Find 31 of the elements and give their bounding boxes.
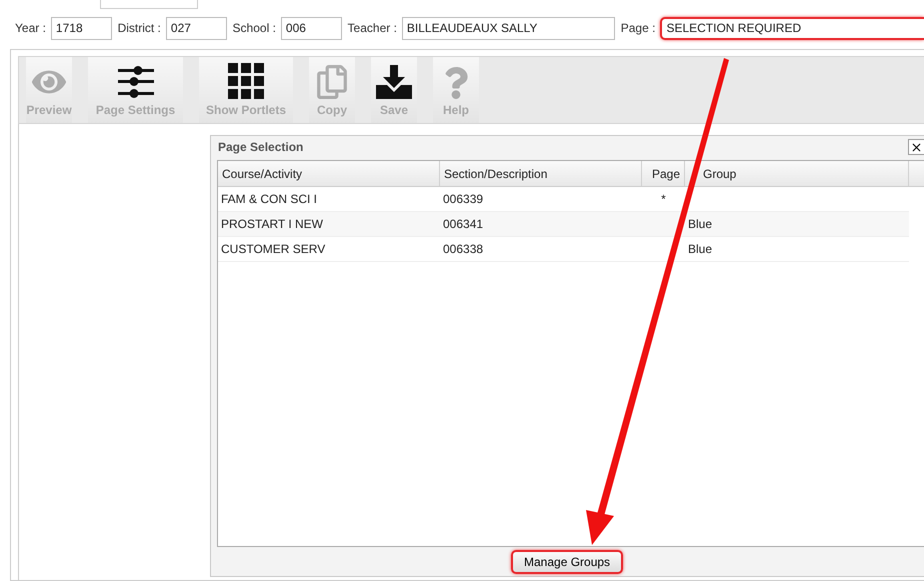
column-header[interactable]: Course/Activity xyxy=(218,161,440,186)
filter-field[interactable]: 006 xyxy=(280,16,342,40)
filter-field[interactable]: 1718 xyxy=(50,16,112,40)
grid-icon xyxy=(228,63,264,99)
download-tray-icon xyxy=(376,65,412,99)
filter-label: Year : xyxy=(15,21,46,35)
dialog-title: Page Selection xyxy=(218,140,304,154)
table-cell-text: 006339 xyxy=(442,191,484,208)
sliders-icon xyxy=(118,65,154,99)
copy-icon xyxy=(315,65,349,99)
table-cell-text: FAM & CON SCI I xyxy=(220,191,318,208)
close-button[interactable] xyxy=(908,139,924,155)
filter-label: School : xyxy=(232,21,276,35)
table-cell-text: Blue xyxy=(687,241,714,258)
table-cell-text: Blue xyxy=(687,216,714,233)
close-icon xyxy=(910,140,923,154)
filter-label: Page : xyxy=(620,21,656,35)
table-cell-text: PROSTART I NEW xyxy=(220,216,324,233)
filter-field[interactable]: 027 xyxy=(166,16,227,40)
column-header[interactable]: Page xyxy=(642,161,685,186)
table-cell-text: 006338 xyxy=(442,241,484,258)
filter-label: District : xyxy=(118,21,161,35)
table-cell-text: CUSTOMER SERV xyxy=(220,241,326,258)
manage-groups-button[interactable]: Manage Groups xyxy=(511,550,624,574)
table-cell-text: * xyxy=(660,191,667,208)
filter-label: Teacher : xyxy=(348,21,397,35)
filter-field[interactable]: SELECTION REQUIRED xyxy=(660,16,924,40)
table-cell-text: 006341 xyxy=(442,216,484,233)
column-header[interactable]: Section/Description xyxy=(440,161,642,186)
table-row[interactable]: PROSTART I NEW 006341 Blue xyxy=(218,212,909,237)
filter-field[interactable]: BILLEAUDEAUX SALLY xyxy=(402,16,615,40)
